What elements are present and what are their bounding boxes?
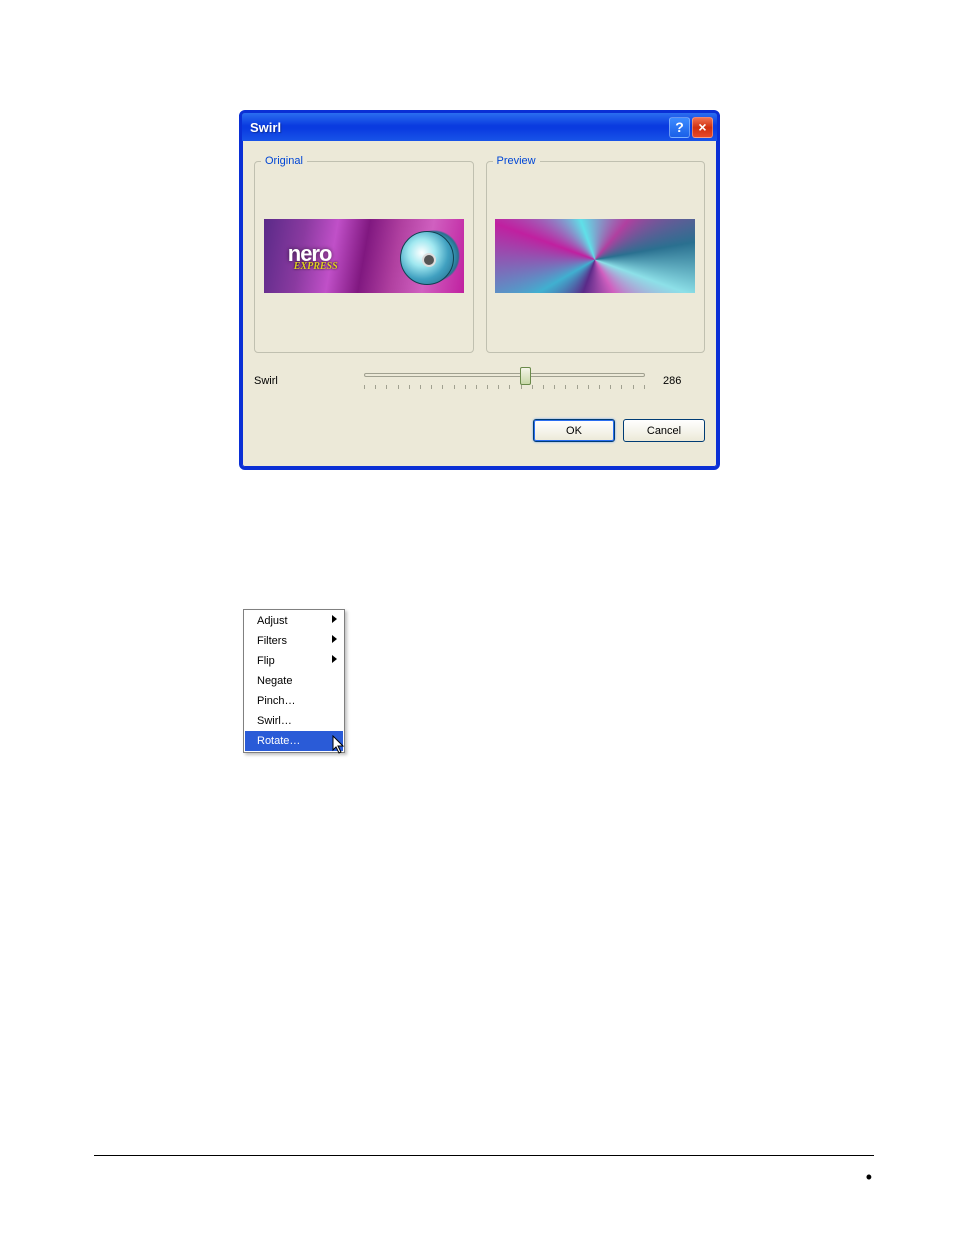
effects-context-menu: Adjust Filters Flip Negate Pinch… Swirl… Rotat… bbox=[243, 609, 345, 753]
dialog-button-row: OK Cancel bbox=[254, 419, 705, 442]
slider-value: 286 bbox=[655, 375, 705, 387]
disc-icon bbox=[400, 231, 454, 285]
ok-button[interactable]: OK bbox=[533, 419, 615, 442]
menu-item-label: Pinch… bbox=[257, 695, 296, 707]
menu-item-negate[interactable]: Negate bbox=[245, 671, 343, 691]
footer-rule bbox=[94, 1155, 874, 1156]
chevron-right-icon bbox=[332, 615, 337, 623]
chevron-right-icon bbox=[332, 635, 337, 643]
menu-item-label: Flip bbox=[257, 655, 275, 667]
preview-legend: Preview bbox=[493, 155, 540, 167]
menu-item-label: Rotate… bbox=[257, 735, 300, 747]
help-button[interactable]: ? bbox=[669, 117, 690, 138]
slider-thumb[interactable] bbox=[520, 367, 531, 385]
menu-item-label: Adjust bbox=[257, 615, 288, 627]
menu-item-label: Filters bbox=[257, 635, 287, 647]
dialog-title: Swirl bbox=[250, 120, 669, 135]
original-image: nero EXPRESS bbox=[264, 219, 464, 293]
menu-item-flip[interactable]: Flip bbox=[245, 651, 343, 671]
slider-ticks bbox=[364, 385, 645, 393]
help-icon: ? bbox=[675, 119, 684, 135]
preview-image bbox=[495, 219, 695, 293]
swirl-slider[interactable] bbox=[364, 367, 645, 395]
dialog-body: Original nero EXPRESS Preview bbox=[242, 141, 717, 454]
preview-row: Original nero EXPRESS Preview bbox=[254, 155, 705, 353]
slider-row: Swirl 286 bbox=[254, 367, 705, 395]
menu-item-adjust[interactable]: Adjust bbox=[245, 611, 343, 631]
slider-label: Swirl bbox=[254, 375, 354, 387]
menu-item-pinch[interactable]: Pinch… bbox=[245, 691, 343, 711]
menu-item-swirl[interactable]: Swirl… bbox=[245, 711, 343, 731]
menu-item-rotate[interactable]: Rotate… bbox=[245, 731, 343, 751]
titlebar-buttons: ? × bbox=[669, 117, 713, 138]
cancel-button-label: Cancel bbox=[647, 425, 681, 437]
preview-thumb-wrap bbox=[493, 171, 699, 341]
swirl-dialog: Swirl ? × Original nero EXPRESS bbox=[239, 110, 720, 470]
slider-track bbox=[364, 373, 645, 377]
nero-express-text: EXPRESS bbox=[294, 261, 338, 272]
menu-item-label: Swirl… bbox=[257, 715, 292, 727]
menu-item-label: Negate bbox=[257, 675, 292, 687]
footer-bullet: • bbox=[866, 1168, 872, 1186]
menu-item-filters[interactable]: Filters bbox=[245, 631, 343, 651]
close-icon: × bbox=[698, 119, 706, 135]
original-legend: Original bbox=[261, 155, 307, 167]
titlebar[interactable]: Swirl ? × bbox=[242, 113, 717, 141]
close-button[interactable]: × bbox=[692, 117, 713, 138]
ok-button-label: OK bbox=[566, 425, 582, 437]
chevron-right-icon bbox=[332, 655, 337, 663]
original-thumb-wrap: nero EXPRESS bbox=[261, 171, 467, 341]
preview-groupbox: Preview bbox=[486, 155, 706, 353]
original-groupbox: Original nero EXPRESS bbox=[254, 155, 474, 353]
cancel-button[interactable]: Cancel bbox=[623, 419, 705, 442]
